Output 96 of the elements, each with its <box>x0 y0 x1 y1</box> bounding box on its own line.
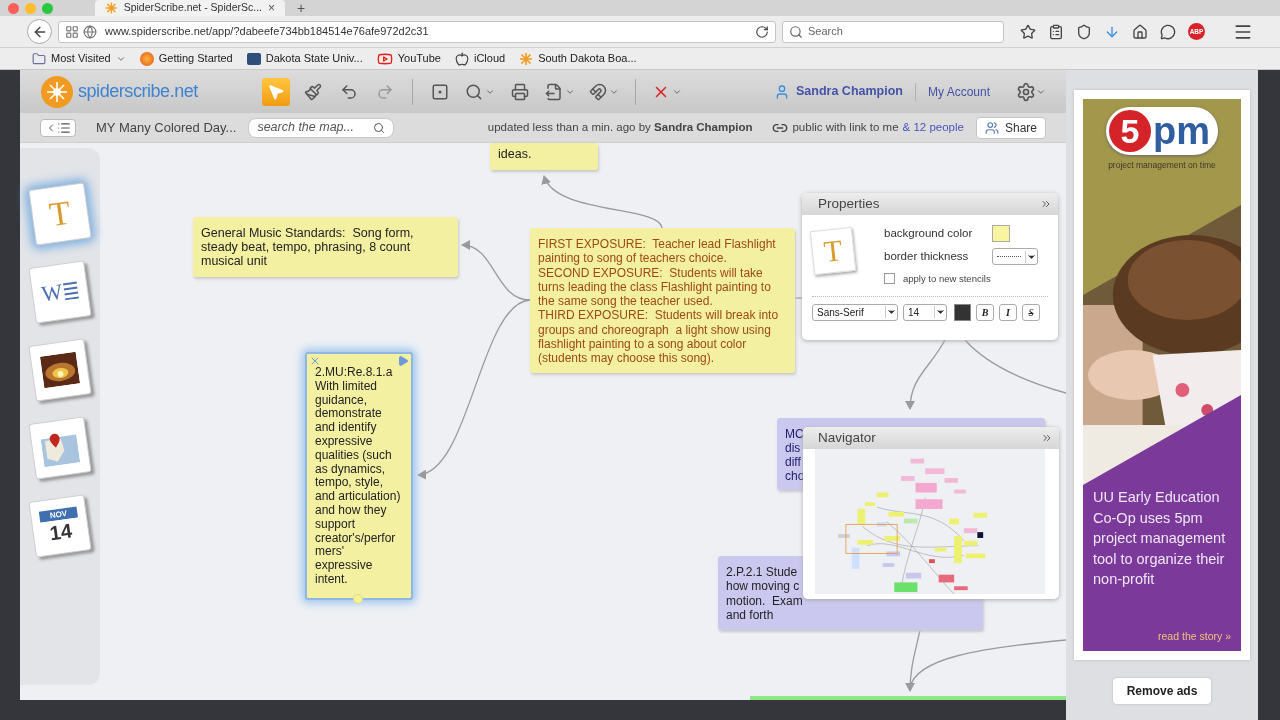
new-tab-button[interactable]: + <box>297 0 306 16</box>
map-title: MY Many Colored Day... <box>96 118 237 137</box>
text-lines-icon <box>63 280 80 301</box>
caret-icon <box>885 306 897 319</box>
connector-arrow <box>905 629 921 692</box>
back-button[interactable] <box>27 19 52 44</box>
list-icon <box>57 120 71 135</box>
stencil-preview: T <box>809 226 857 276</box>
search-field[interactable]: Search <box>782 20 1004 43</box>
stencil-letter: W <box>40 280 64 306</box>
bookmark-item[interactable]: YouTube <box>376 50 441 67</box>
chat-icon[interactable] <box>1160 23 1176 40</box>
caret-icon <box>934 306 946 319</box>
spider-icon <box>105 1 118 15</box>
my-account-link[interactable]: My Account <box>927 82 990 101</box>
bookmark-item[interactable]: Dakota State Univ... <box>246 50 363 67</box>
ad-card[interactable]: 5 pm project management on time UU Early Education Co-Op uses 5pm project management tool to organize their non-profit read the story » <box>1074 90 1250 660</box>
connector-line <box>794 297 803 299</box>
node-text: General Music Standards: Song form, steady beat, tempo, phrasing, 8 count musical unit <box>201 226 415 268</box>
undo-icon <box>340 82 358 101</box>
connector-arrow <box>905 339 946 410</box>
sharing-status: public with link to me <box>792 119 899 135</box>
people-link[interactable]: & 12 people <box>902 118 964 137</box>
frame-icon <box>431 82 449 101</box>
pointer-icon <box>267 82 285 101</box>
text-color-swatch[interactable] <box>954 303 971 321</box>
caret-icon <box>1025 250 1037 263</box>
panel-title: Navigator <box>818 428 876 447</box>
reading-list-icon[interactable] <box>1048 23 1064 40</box>
sidebar-toggle-button[interactable] <box>40 118 76 137</box>
apple-icon <box>454 51 469 66</box>
map-node[interactable]: General Music Standards: Song form, steady beat, tempo, phrasing, 8 count musical unit <box>193 217 458 277</box>
collapse-icon[interactable] <box>1040 198 1052 210</box>
map-node[interactable] <box>530 228 795 373</box>
folder-icon <box>32 51 46 66</box>
font-dropdown[interactable]: Sans-Serif <box>812 303 898 321</box>
share-button[interactable]: Share <box>975 116 1046 139</box>
user-name[interactable]: Sandra Champion <box>796 82 903 101</box>
url-field[interactable]: www.spiderscribe.net/app/?dabeefe734bb184514e76afe972d2c31 <box>58 20 776 43</box>
spider-logo-icon <box>40 74 74 109</box>
apply-checkbox[interactable] <box>884 273 895 285</box>
app-logo: spiderscribe.net <box>78 80 198 103</box>
stencil-item[interactable]: W <box>28 260 92 324</box>
search-icon <box>789 24 803 39</box>
collapse-icon[interactable] <box>1041 432 1053 444</box>
node-text: ideas. <box>498 147 533 161</box>
globe-icon <box>83 24 97 39</box>
bookmark-item[interactable]: Most Visited <box>32 50 126 67</box>
ad-tagline: project management on time <box>1108 159 1216 172</box>
bookmark-item[interactable]: iCloud <box>454 50 506 67</box>
node-text: 2.P.2.1 Stude how moving c motion. Exam and forth <box>726 565 804 623</box>
stencil-item[interactable]: NOV 14 <box>28 494 92 558</box>
node-text: 2.MU:Re.8.1.a With limited guidance, demonstrate and identify expressive qualities (such as dynamics, tempo, style, and articulation) and how they support creator's/performers' expressive intent. <box>315 366 402 587</box>
settings-icon <box>1016 81 1036 102</box>
map-search-field[interactable]: search the map... <box>248 117 395 138</box>
brush-icon <box>304 82 322 101</box>
globe-icon <box>139 51 154 66</box>
grid-icon <box>65 24 79 39</box>
connect-handle[interactable] <box>353 594 363 604</box>
sunset-image-icon <box>39 351 81 389</box>
field-label: border thickness <box>884 249 970 265</box>
size-dropdown[interactable]: 14 <box>903 303 947 321</box>
panel-title: Properties <box>818 194 880 213</box>
background-color-swatch[interactable] <box>992 225 1010 243</box>
node-text: FIRST EXPOSURE: Teacher lead Flashlight painting to song of teachers choice. SECOND EXPOSURE: Students will take turns leading the class Flashlight painting to the same song the teacher used. THIRD EXPOSURE: Students will break into groups and choreograph a light show using flashlight painting to a song about color (students may choose this song). <box>538 237 780 366</box>
dotted-line-icon <box>997 256 1021 258</box>
bookmark-item[interactable]: South Dakota Boa... <box>519 50 637 67</box>
stencil-letter: T <box>47 195 73 233</box>
bold-button[interactable]: B <box>976 303 994 321</box>
brand-logo: 5 pm <box>1106 107 1218 155</box>
bookmark-item[interactable]: Getting Started <box>139 50 233 67</box>
checkbox-label: apply to new stencils <box>903 271 991 286</box>
strikethrough-button[interactable]: S <box>1022 303 1040 321</box>
home-icon[interactable] <box>1132 23 1148 40</box>
people-icon <box>984 120 999 135</box>
update-status: updated less than a min. ago by Sandra Champion <box>487 119 753 135</box>
browser-tab[interactable]: SpiderScribe.net - SpiderSc... × <box>95 0 285 16</box>
field-label: background color <box>884 226 974 241</box>
user-icon <box>774 83 790 100</box>
italic-button[interactable]: I <box>999 303 1017 321</box>
printer-icon <box>511 82 529 101</box>
border-thickness-dropdown[interactable] <box>992 248 1038 266</box>
bookmark-star-icon[interactable] <box>1020 23 1036 40</box>
search-icon <box>373 121 386 134</box>
redo-icon <box>376 82 394 101</box>
ad-headline: UU Early Education Co-Op uses 5pm project management tool to organize their non-profit <box>1093 488 1227 589</box>
map-node[interactable]: ideas. <box>490 143 598 170</box>
remove-ads-button[interactable]: Remove ads <box>1113 678 1211 704</box>
spider-icon <box>519 51 534 66</box>
export-icon <box>545 82 563 101</box>
tab-close-button[interactable]: × <box>268 2 275 14</box>
settings-button[interactable] <box>1016 81 1046 102</box>
reload-icon[interactable] <box>755 24 769 39</box>
read-story-link[interactable]: read the story » <box>1158 629 1231 645</box>
search-icon <box>465 82 483 101</box>
magnet-icon <box>589 82 607 101</box>
